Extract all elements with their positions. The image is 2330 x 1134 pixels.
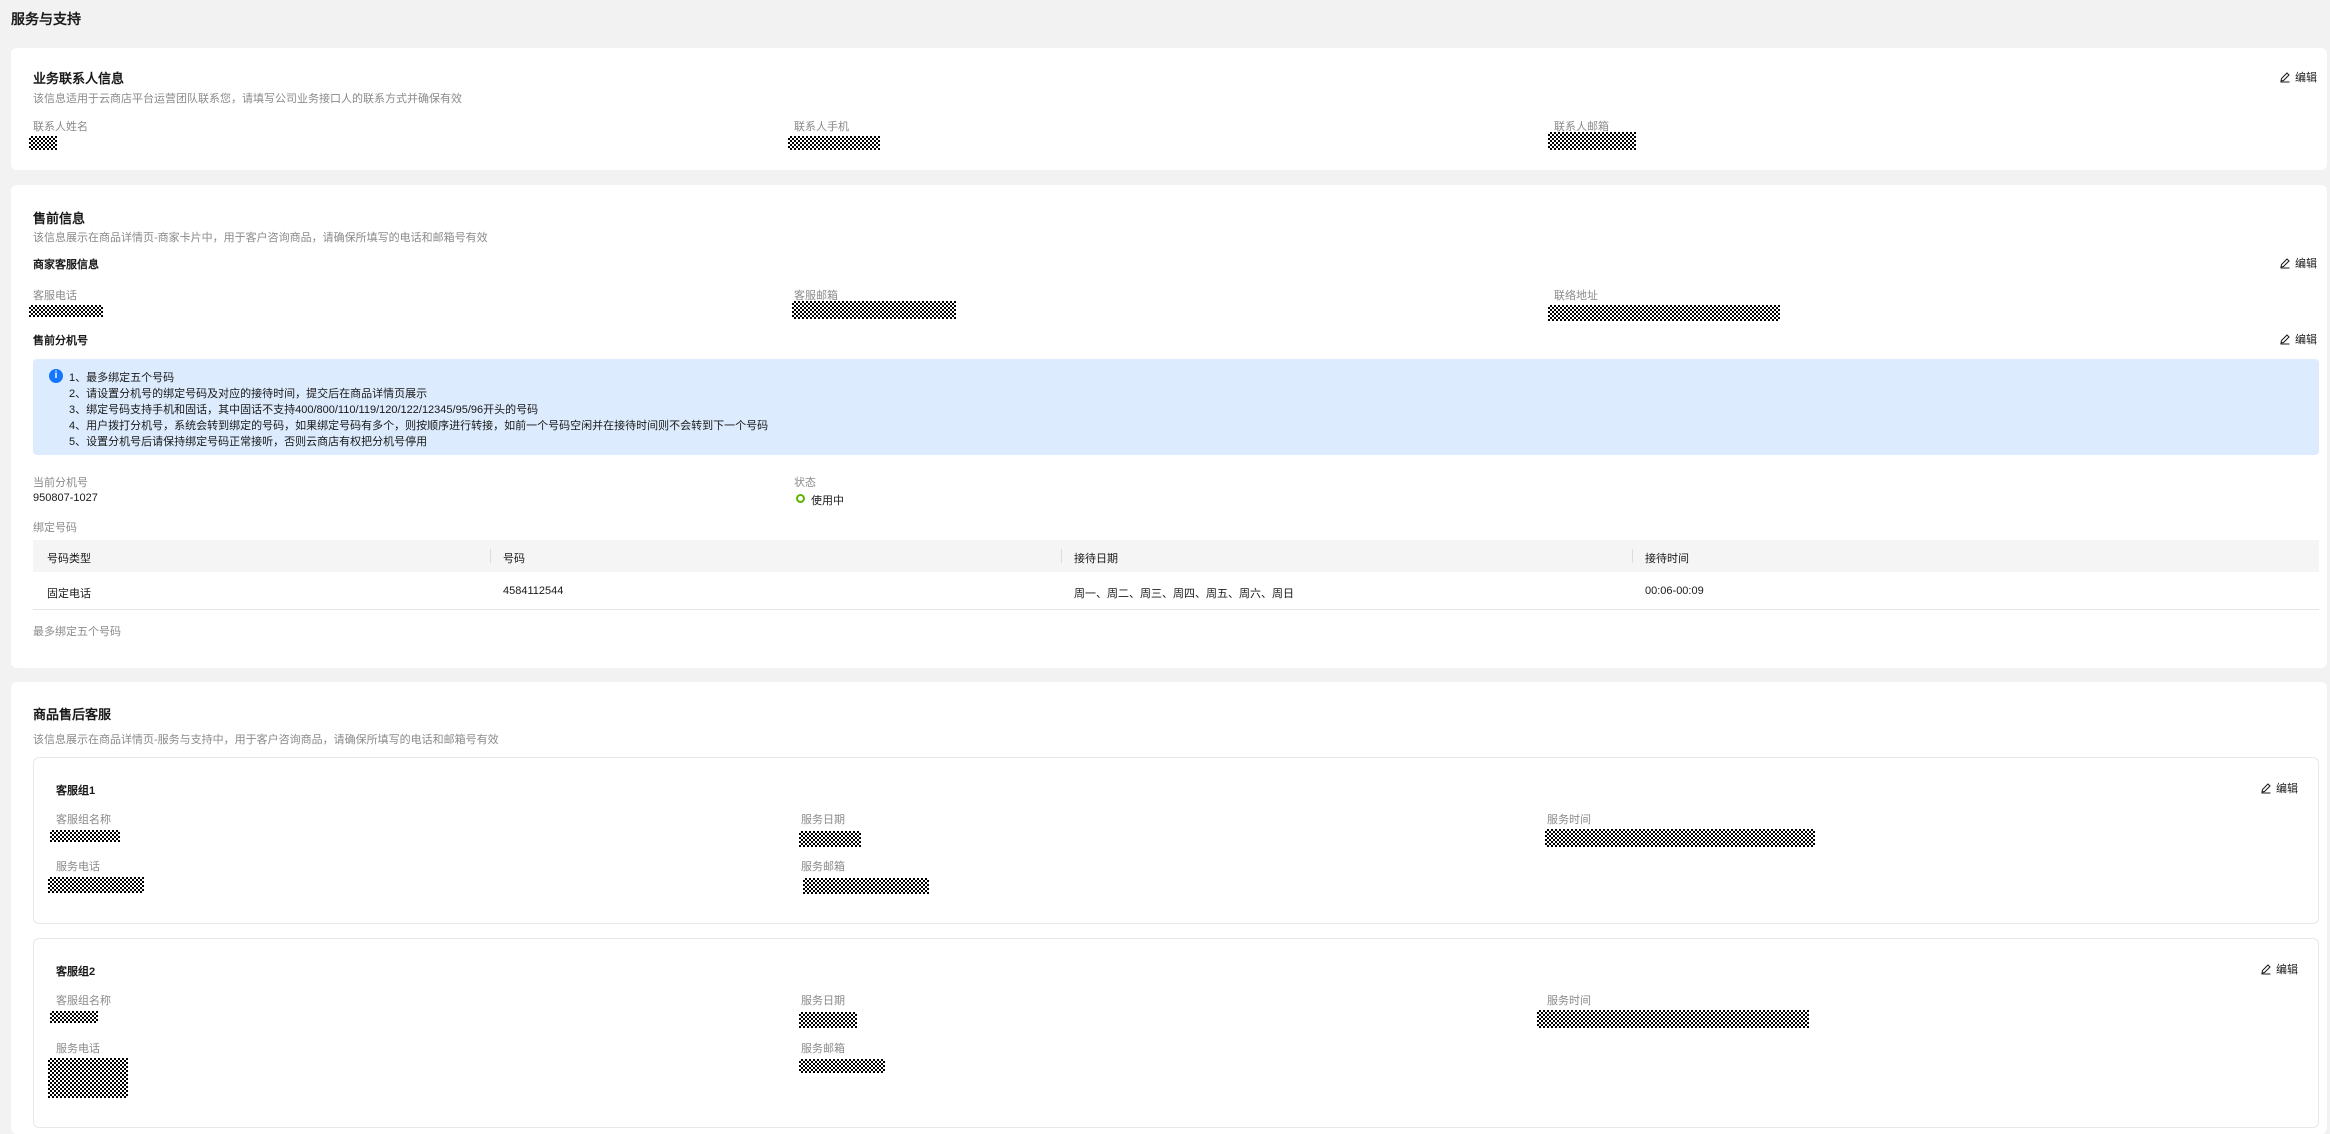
th-time: 接待时间 <box>1645 553 1689 565</box>
pencil-icon <box>2280 258 2290 269</box>
pencil-icon <box>2261 964 2271 975</box>
edit-label: 编辑 <box>2295 258 2317 270</box>
td-number: 4584112544 <box>503 585 564 597</box>
contact-card: 业务联系人信息 该信息适用于云商店平台运营团队联系您，请填写公司业务接口人的联系… <box>11 48 2327 170</box>
presale-title: 售前信息 <box>33 211 86 226</box>
service-date-masked <box>799 1012 857 1028</box>
edit-label: 编辑 <box>2295 72 2317 84</box>
group-name-label: 客服组名称 <box>56 995 111 1007</box>
pencil-icon <box>2280 334 2290 345</box>
merchant-cs-title: 商家客服信息 <box>33 259 99 271</box>
contact-edit-button[interactable]: 编辑 <box>2279 69 2317 85</box>
table-header: 号码类型 号码 接待日期 接待时间 <box>33 540 2319 572</box>
table-footnote: 最多绑定五个号码 <box>33 626 121 638</box>
col-divider <box>490 549 491 563</box>
service-email-label: 服务邮箱 <box>801 861 845 873</box>
group-title: 客服组2 <box>56 966 96 978</box>
group-name-masked <box>50 830 120 842</box>
edit-label: 编辑 <box>2276 783 2298 795</box>
notice-line: 5、设置分机号后请保持绑定号码正常接听，否则云商店有权把分机号停用 <box>69 436 428 448</box>
service-email-masked <box>803 878 929 894</box>
service-time-masked <box>1545 829 1815 847</box>
cs-phone-masked <box>29 305 103 317</box>
service-phone-label: 服务电话 <box>56 861 100 873</box>
current-ext-label: 当前分机号 <box>33 477 88 489</box>
td-time: 00:06-00:09 <box>1645 585 1704 597</box>
status-dot-icon <box>796 494 805 503</box>
ext-edit-button[interactable]: 编辑 <box>2279 331 2317 347</box>
cs-phone-label: 客服电话 <box>33 290 77 302</box>
service-phone-masked <box>48 1058 128 1098</box>
service-phone-label: 服务电话 <box>56 1043 100 1055</box>
service-phone-masked <box>48 877 144 893</box>
address-label: 联络地址 <box>1554 290 1598 302</box>
edit-label: 编辑 <box>2276 964 2298 976</box>
contact-title: 业务联系人信息 <box>33 71 125 86</box>
table-row: 固定电话 4584112544 周一、周二、周三、周四、周五、周六、周日 00:… <box>33 572 2319 610</box>
status-value: 使用中 <box>811 495 844 507</box>
service-date-label: 服务日期 <box>801 814 845 826</box>
presale-card: 售前信息 该信息展示在商品详情页-商家卡片中，用于客户咨询商品，请确保所填写的电… <box>11 185 2327 668</box>
merchant-cs-edit-button[interactable]: 编辑 <box>2279 255 2317 271</box>
service-time-masked <box>1537 1010 1809 1028</box>
notice-line: 2、请设置分机号的绑定号码及对应的接待时间，提交后在商品详情页展示 <box>69 388 428 400</box>
notice-line: 3、绑定号码支持手机和固话，其中固话不支持400/800/110/119/120… <box>69 404 539 416</box>
page-title: 服务与支持 <box>11 11 81 27</box>
pencil-icon <box>2261 783 2271 794</box>
ext-notice: i 1、最多绑定五个号码 2、请设置分机号的绑定号码及对应的接待时间，提交后在商… <box>33 359 2319 455</box>
notice-line: 4、用户拨打分机号，系统会转到绑定的号码，如果绑定号码有多个，则按顺序进行转接，… <box>69 420 769 432</box>
contact-name-masked <box>29 136 57 150</box>
contact-phone-masked <box>788 136 880 150</box>
aftersale-desc: 该信息展示在商品详情页-服务与支持中，用于客户咨询商品，请确保所填写的电话和邮箱… <box>33 734 499 746</box>
td-date: 周一、周二、周三、周四、周五、周六、周日 <box>1074 588 1294 600</box>
service-time-label: 服务时间 <box>1547 814 1591 826</box>
aftersale-card: 商品售后客服 该信息展示在商品详情页-服务与支持中，用于客户咨询商品，请确保所填… <box>11 682 2327 1134</box>
th-date: 接待日期 <box>1074 553 1118 565</box>
notice-line: 1、最多绑定五个号码 <box>69 372 175 384</box>
bound-numbers-label: 绑定号码 <box>33 522 77 534</box>
pencil-icon <box>2280 72 2290 83</box>
service-time-label: 服务时间 <box>1547 995 1591 1007</box>
info-icon: i <box>49 369 63 383</box>
service-date-label: 服务日期 <box>801 995 845 1007</box>
service-email-masked <box>799 1059 885 1073</box>
cs-group-1: 客服组1 编辑 客服组名称 服务日期 服务时间 服务电话 服务邮箱 <box>33 757 2319 924</box>
contact-phone-label: 联系人手机 <box>794 121 849 133</box>
th-number: 号码 <box>503 553 525 565</box>
ext-title: 售前分机号 <box>33 335 88 347</box>
th-type: 号码类型 <box>47 553 91 565</box>
edit-label: 编辑 <box>2295 334 2317 346</box>
service-email-label: 服务邮箱 <box>801 1043 845 1055</box>
group-1-edit-button[interactable]: 编辑 <box>2260 780 2298 796</box>
col-divider <box>1061 549 1062 563</box>
presale-desc: 该信息展示在商品详情页-商家卡片中，用于客户咨询商品，请确保所填写的电话和邮箱号… <box>33 232 488 244</box>
service-date-masked <box>799 831 861 847</box>
cs-email-masked <box>792 301 956 319</box>
contact-email-masked <box>1548 132 1636 150</box>
group-name-masked <box>50 1011 98 1023</box>
group-name-label: 客服组名称 <box>56 814 111 826</box>
aftersale-title: 商品售后客服 <box>33 707 112 722</box>
contact-name-label: 联系人姓名 <box>33 121 88 133</box>
group-title: 客服组1 <box>56 785 96 797</box>
address-masked <box>1548 305 1780 321</box>
current-ext-value: 950807-1027 <box>33 492 98 504</box>
status-label: 状态 <box>794 477 816 489</box>
col-divider <box>1632 549 1633 563</box>
cs-group-2: 客服组2 编辑 客服组名称 服务日期 服务时间 服务电话 服务邮箱 <box>33 938 2319 1128</box>
td-type: 固定电话 <box>47 588 91 600</box>
group-2-edit-button[interactable]: 编辑 <box>2260 961 2298 977</box>
contact-desc: 该信息适用于云商店平台运营团队联系您，请填写公司业务接口人的联系方式并确保有效 <box>33 93 462 105</box>
